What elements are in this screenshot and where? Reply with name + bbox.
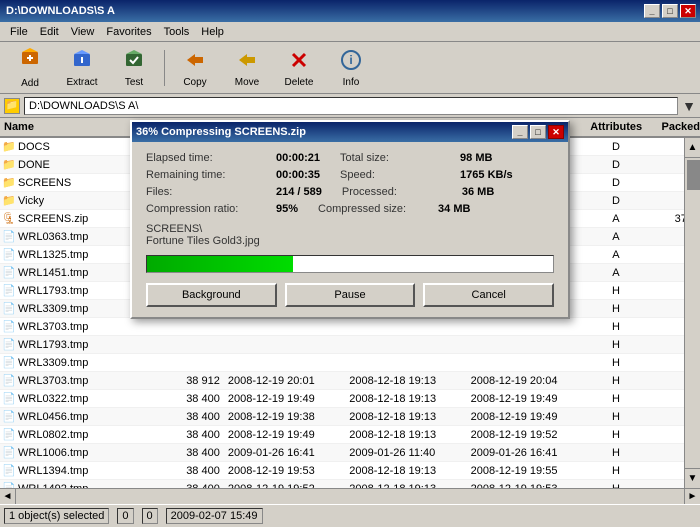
dialog-file-section: SCREENS\ Fortune Tiles Gold3.jpg	[146, 223, 554, 247]
processed-label: Processed:	[342, 186, 462, 198]
total-label: Total size:	[340, 152, 460, 164]
dialog-row-elapsed: Elapsed time: 00:00:21 Total size: 98 MB	[146, 152, 554, 164]
compressed-value: 34 MB	[438, 203, 470, 215]
dialog-content: Elapsed time: 00:00:21 Total size: 98 MB…	[132, 142, 568, 317]
pause-button[interactable]: Pause	[285, 283, 416, 307]
speed-value: 1765 KB/s	[460, 169, 513, 181]
dialog-buttons: Background Pause Cancel	[146, 283, 554, 307]
progress-dialog: 36% Compressing SCREENS.zip _ □ ✕ Elapse…	[130, 120, 570, 319]
dialog-title-buttons: _ □ ✕	[512, 125, 564, 139]
progress-bar-container	[146, 255, 554, 273]
dialog-row-files: Files: 214 / 589 Processed: 36 MB	[146, 186, 554, 198]
cancel-button[interactable]: Cancel	[423, 283, 554, 307]
dialog-title: 36% Compressing SCREENS.zip	[136, 126, 306, 138]
files-label: Files:	[146, 186, 276, 198]
files-value: 214 / 589	[276, 186, 322, 198]
dialog-title-bar: 36% Compressing SCREENS.zip _ □ ✕	[132, 122, 568, 142]
dialog-file-name: Fortune Tiles Gold3.jpg	[146, 235, 554, 247]
dialog-file-path: SCREENS\	[146, 223, 554, 235]
ratio-value: 95%	[276, 203, 298, 215]
dialog-overlay: 36% Compressing SCREENS.zip _ □ ✕ Elapse…	[0, 0, 700, 527]
ratio-label: Compression ratio:	[146, 203, 276, 215]
elapsed-value: 00:00:21	[276, 152, 320, 164]
processed-value: 36 MB	[462, 186, 494, 198]
speed-label: Speed:	[340, 169, 460, 181]
remaining-label: Remaining time:	[146, 169, 276, 181]
compressed-label: Compressed size:	[318, 203, 438, 215]
dialog-maximize-button[interactable]: □	[530, 125, 546, 139]
remaining-value: 00:00:35	[276, 169, 320, 181]
dialog-row-ratio: Compression ratio: 95% Compressed size: …	[146, 203, 554, 215]
dialog-row-remaining: Remaining time: 00:00:35 Speed: 1765 KB/…	[146, 169, 554, 181]
background-button[interactable]: Background	[146, 283, 277, 307]
progress-fill	[147, 256, 293, 272]
dialog-close-button[interactable]: ✕	[548, 125, 564, 139]
total-value: 98 MB	[460, 152, 492, 164]
elapsed-label: Elapsed time:	[146, 152, 276, 164]
dialog-minimize-button[interactable]: _	[512, 125, 528, 139]
